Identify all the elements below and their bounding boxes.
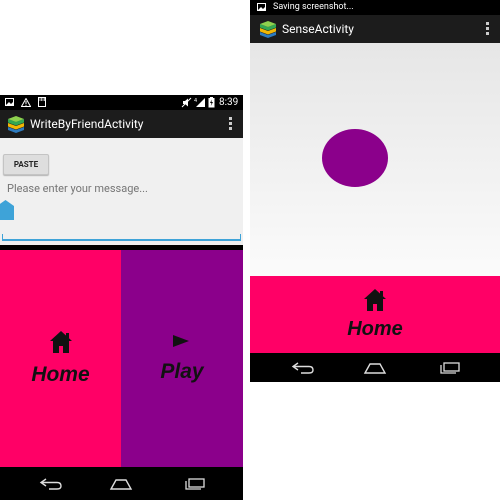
home-nav-icon[interactable] [108, 467, 134, 500]
left-phone-screen: 4 8:39 WriteByFriendActivity PASTE Home [0, 95, 243, 500]
status-bar: Saving screenshot... [250, 0, 500, 15]
sense-area [250, 43, 500, 276]
text-cursor-handle-icon[interactable] [0, 200, 14, 220]
app-icon [7, 116, 25, 133]
navigation-bar [250, 353, 500, 382]
play-tile[interactable]: Play [121, 250, 243, 467]
home-tile[interactable]: Home [0, 250, 121, 467]
input-underline [2, 239, 241, 241]
action-bar: SenseActivity [250, 15, 500, 43]
image-icon [5, 95, 14, 110]
sensor-circle [322, 129, 388, 187]
status-time: 8:39 [219, 97, 239, 108]
image-icon [257, 0, 266, 15]
page-title: SenseActivity [282, 22, 354, 36]
status-text: Saving screenshot... [273, 2, 354, 12]
home-tile[interactable]: Home [250, 276, 500, 353]
home-icon [363, 288, 387, 316]
message-area: PASTE [0, 138, 243, 245]
home-nav-icon[interactable] [362, 353, 388, 382]
signal-icon: 4 [194, 95, 206, 110]
back-icon[interactable] [38, 467, 64, 500]
home-label: Home [347, 318, 403, 340]
play-label: Play [160, 360, 204, 383]
paste-button[interactable]: PASTE [3, 154, 49, 175]
svg-text:4: 4 [194, 98, 197, 104]
recent-apps-icon[interactable] [436, 353, 462, 382]
overflow-menu-icon[interactable] [486, 22, 490, 36]
navigation-bar [0, 467, 243, 500]
play-icon [172, 333, 190, 352]
recent-apps-icon[interactable] [181, 467, 207, 500]
mute-icon [181, 95, 192, 110]
back-icon[interactable] [290, 353, 316, 382]
overflow-menu-icon[interactable] [229, 117, 233, 131]
page-title: WriteByFriendActivity [30, 117, 144, 131]
status-bar: 4 8:39 [0, 95, 243, 110]
sd-card-icon [38, 95, 46, 110]
message-input[interactable] [7, 182, 237, 195]
home-label: Home [31, 363, 90, 386]
home-icon [49, 330, 73, 358]
app-icon [259, 21, 277, 38]
battery-icon [208, 95, 215, 110]
warning-icon [20, 95, 32, 110]
action-bar: WriteByFriendActivity [0, 110, 243, 138]
right-phone-screen: Saving screenshot... SenseActivity Home [250, 0, 500, 382]
